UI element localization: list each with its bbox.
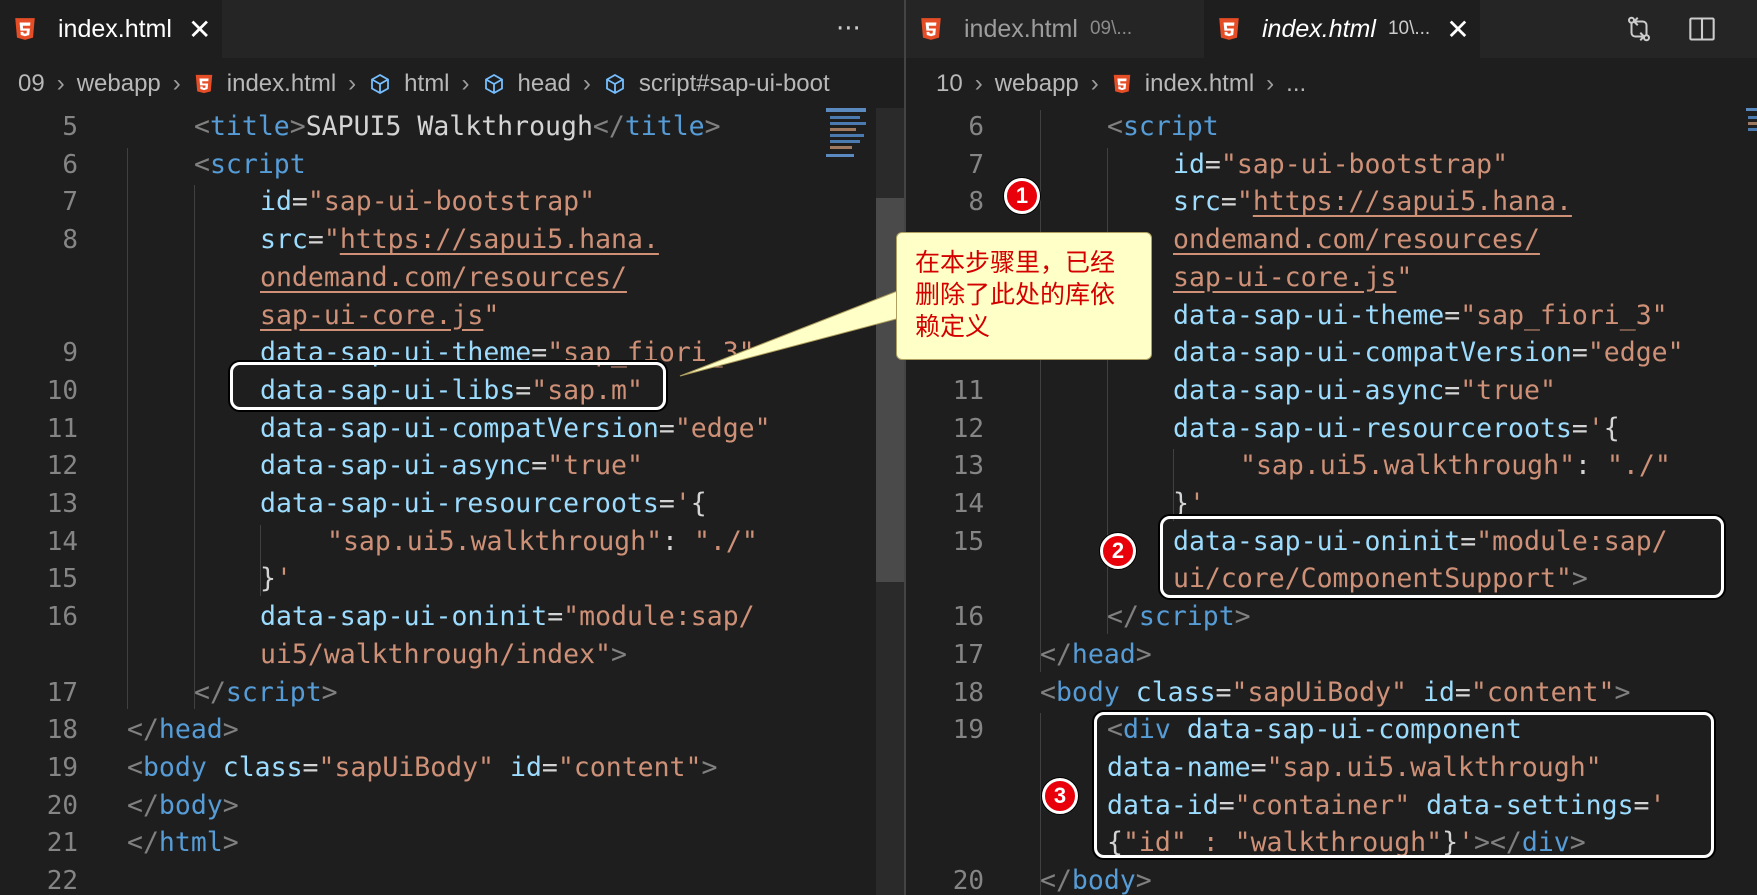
- callout-pointer: [679, 289, 901, 377]
- step-badge-3: 3: [1042, 778, 1078, 814]
- callout-note: 在本步骤里，已经删除了此处的库依赖定义: [896, 232, 1152, 360]
- step-badge-1: 1: [1004, 178, 1040, 214]
- step-badge-2: 2: [1100, 533, 1136, 569]
